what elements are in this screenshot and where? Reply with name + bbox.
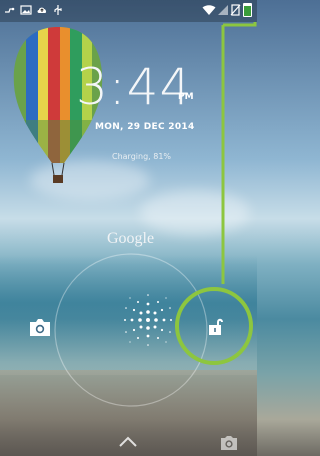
no-sim-icon	[230, 4, 241, 16]
battery-icon	[243, 3, 252, 17]
clock-time: 3:44	[76, 58, 193, 116]
date-label: MON, 29 DEC 2014	[95, 122, 195, 132]
wifi-icon	[202, 5, 216, 15]
unlock-padlock-icon[interactable]	[207, 317, 225, 337]
cloud-upload-icon	[37, 7, 47, 13]
lockscreen-clock: 3:44 PM	[76, 58, 216, 120]
camera-icon[interactable]	[219, 435, 239, 451]
usb-icon	[54, 5, 62, 15]
camera-icon[interactable]	[28, 318, 52, 337]
chevron-up-icon[interactable]	[118, 436, 138, 448]
charging-status: Charging, 81%	[112, 152, 172, 161]
usb-debug-icon	[5, 7, 15, 13]
signal-icon	[218, 5, 228, 15]
highlight-annotation	[221, 22, 257, 284]
image-icon	[20, 5, 32, 15]
clock-ampm: PM	[178, 92, 194, 102]
status-bar	[0, 0, 257, 22]
google-now-label[interactable]: Google	[107, 230, 154, 248]
